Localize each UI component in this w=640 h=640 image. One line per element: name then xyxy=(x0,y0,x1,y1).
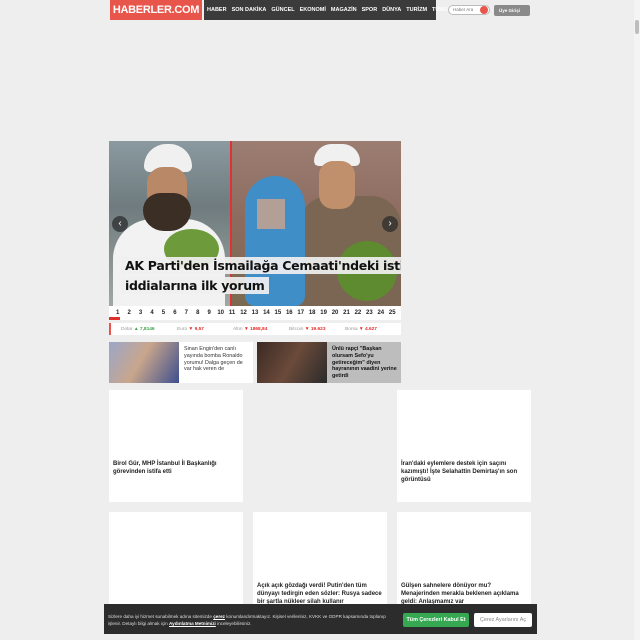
active-page-indicator xyxy=(109,317,120,320)
market-item-borsa[interactable]: Borsa ▼ 4.627 xyxy=(345,327,401,332)
page-number[interactable]: 24 xyxy=(375,310,386,316)
nav-item-tumu[interactable]: TÜMÜ xyxy=(432,7,448,13)
cookie-text-part: Sizlere daha iyi hizmet sunabilmek adına… xyxy=(108,614,212,619)
news-title[interactable]: İran'daki eylemlere destek için saçını k… xyxy=(401,460,527,484)
slider-next-button[interactable]: › xyxy=(382,216,398,232)
photo-detail xyxy=(143,193,191,231)
nav-item-ekonomi[interactable]: EKONOMİ xyxy=(300,7,326,13)
small-news-card[interactable]: Ünlü rapçi "Başkan olursam Sefo'yu getir… xyxy=(257,342,401,383)
nav-item-son-dakika[interactable]: SON DAKİKA xyxy=(232,7,267,13)
market-item-dolar[interactable]: Dolar ▲ 7,8146 xyxy=(121,327,177,332)
photo-detail xyxy=(319,161,355,209)
news-title[interactable]: Açık açık gözdağı verdi! Putin'den tüm d… xyxy=(257,582,383,606)
page-number[interactable]: 10 xyxy=(215,310,226,316)
page-scrollbar[interactable] xyxy=(634,0,640,640)
page-number[interactable]: 22 xyxy=(352,310,363,316)
main-nav: HABER SON DAKİKA GÜNCEL EKONOMİ MAGAZİN … xyxy=(204,0,448,20)
news-card-empty xyxy=(253,390,387,502)
cookie-settings-button[interactable]: Çerez Ayarlarını Aç xyxy=(474,613,532,627)
market-name: Altın xyxy=(233,326,243,332)
page-number[interactable]: 12 xyxy=(238,310,249,316)
market-value: 7,8146 xyxy=(139,326,155,332)
cookie-link[interactable]: çerez xyxy=(213,614,225,619)
page-number[interactable]: 11 xyxy=(226,310,237,316)
page-number[interactable]: 20 xyxy=(329,310,340,316)
nav-item-dunya[interactable]: DÜNYA xyxy=(382,7,401,13)
nav-item-turizm[interactable]: TURİZM xyxy=(406,7,427,13)
market-name: Borsa xyxy=(345,326,358,332)
page-number[interactable]: 14 xyxy=(261,310,272,316)
news-title[interactable]: Gülşen sahnelere dönüyor mu? Menajerinde… xyxy=(401,582,527,606)
small-news-card[interactable]: Sinan Engin'den canlı yayında bomba Rona… xyxy=(109,342,253,383)
cookie-text-part: inceleyebilirsiniz. xyxy=(217,621,252,626)
page-number[interactable]: 21 xyxy=(341,310,352,316)
up-arrow-icon: ▲ xyxy=(133,326,139,332)
page-number[interactable]: 16 xyxy=(284,310,295,316)
page-number[interactable]: 17 xyxy=(295,310,306,316)
scrollbar-thumb[interactable] xyxy=(635,20,639,34)
page-number[interactable]: 3 xyxy=(135,310,146,316)
page-number[interactable]: 6 xyxy=(169,310,180,316)
market-item-euro[interactable]: Euro ▼ 9,57 xyxy=(177,327,233,332)
news-card[interactable]: Birol Gür, MHP İstanbul İl Başkanlığı gö… xyxy=(109,390,243,502)
page-number[interactable]: 7 xyxy=(181,310,192,316)
market-name: Bitcoin xyxy=(289,326,304,332)
page-number[interactable]: 15 xyxy=(272,310,283,316)
down-arrow-icon: ▼ xyxy=(243,326,249,332)
down-arrow-icon: ▼ xyxy=(188,326,194,332)
page-number[interactable]: 23 xyxy=(364,310,375,316)
page-number[interactable]: 2 xyxy=(123,310,134,316)
market-value: 1868,84 xyxy=(250,326,268,332)
news-title[interactable]: Sinan Engin'den canlı yayında bomba Rona… xyxy=(184,346,251,373)
page-number[interactable]: 4 xyxy=(146,310,157,316)
slider-pagination: 1 2 3 4 5 6 7 8 9 10 11 12 13 14 15 16 1… xyxy=(109,306,401,320)
market-item-bitcoin[interactable]: Bitcoin ▼ 19.623 xyxy=(289,327,345,332)
slider-headline[interactable]: iddialarına ilk yorum xyxy=(121,277,269,294)
page-number[interactable]: 1 xyxy=(112,310,123,316)
page-number[interactable]: 8 xyxy=(192,310,203,316)
headline-slider[interactable]: ‹ › AK Parti'den İsmailağa Cemaati'ndeki… xyxy=(109,141,401,306)
slider-headline[interactable]: AK Parti'den İsmailağa Cemaati'ndeki ist… xyxy=(121,257,401,274)
nav-item-magazin[interactable]: MAGAZİN xyxy=(331,7,357,13)
blurred-face xyxy=(257,199,285,229)
login-button[interactable]: Üye Girişi xyxy=(494,5,530,16)
search-icon[interactable] xyxy=(480,6,488,14)
market-name: Dolar xyxy=(121,326,133,332)
news-card[interactable]: İran'daki eylemlere destek için saçını k… xyxy=(397,390,531,502)
accept-cookies-button[interactable]: Tüm Çerezleri Kabul Et xyxy=(403,613,469,627)
nav-item-guncel[interactable]: GÜNCEL xyxy=(271,7,294,13)
page-number[interactable]: 9 xyxy=(204,310,215,316)
news-title[interactable]: Birol Gür, MHP İstanbul İl Başkanlığı gö… xyxy=(113,460,239,476)
nav-item-spor[interactable]: SPOR xyxy=(362,7,378,13)
markets-ticker: Dolar ▲ 7,8146 Euro ▼ 9,57 Altın ▼ 1868,… xyxy=(109,323,401,335)
market-item-altin[interactable]: Altın ▼ 1868,84 xyxy=(233,327,289,332)
down-arrow-icon: ▼ xyxy=(358,326,364,332)
top-header: HABERLER.COM HABER SON DAKİKA GÜNCEL EKO… xyxy=(0,0,640,20)
privacy-notice-link[interactable]: Aydınlatma Metnimizi xyxy=(169,621,216,626)
down-arrow-icon: ▼ xyxy=(304,326,310,332)
page-number[interactable]: 25 xyxy=(387,310,398,316)
market-value: 19.623 xyxy=(310,326,326,332)
page-number[interactable]: 5 xyxy=(158,310,169,316)
market-value: 4.627 xyxy=(364,326,377,332)
page-number[interactable]: 19 xyxy=(318,310,329,316)
page-number[interactable]: 18 xyxy=(306,310,317,316)
market-name: Euro xyxy=(177,326,188,332)
cookie-text: Sizlere daha iyi hizmet sunabilmek adına… xyxy=(108,613,390,627)
market-value: 9,57 xyxy=(194,326,204,332)
site-logo[interactable]: HABERLER.COM xyxy=(110,0,202,20)
nav-item-haber[interactable]: HABER xyxy=(207,7,227,13)
news-thumbnail[interactable] xyxy=(109,342,179,383)
cookie-consent-bar: Sizlere daha iyi hizmet sunabilmek adına… xyxy=(104,604,537,634)
page-number[interactable]: 13 xyxy=(249,310,260,316)
news-title[interactable]: Ünlü rapçi "Başkan olursam Sefo'yu getir… xyxy=(332,346,399,380)
slider-prev-button[interactable]: ‹ xyxy=(112,216,128,232)
news-thumbnail[interactable] xyxy=(257,342,327,383)
